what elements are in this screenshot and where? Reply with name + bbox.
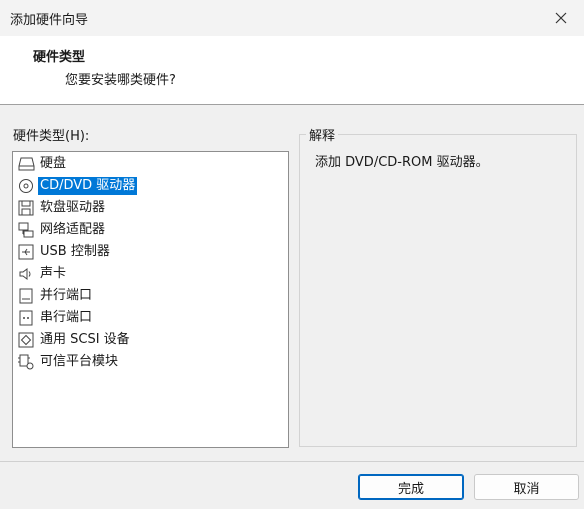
list-item-label: 软盘驱动器 [40,200,106,215]
scsi-icon [17,331,35,349]
list-item-usb[interactable]: USB 控制器 [17,242,112,262]
cancel-button[interactable]: 取消 [474,474,579,500]
finish-button[interactable]: 完成 [358,474,464,500]
hard-disk-icon [17,155,35,173]
list-item-serial-port[interactable]: 串行端口 [17,308,94,328]
list-item-label: 硬盘 [40,156,67,171]
page-subtitle: 您要安装哪类硬件? [65,73,176,88]
list-item-parallel-port[interactable]: 并行端口 [17,286,94,306]
list-item-label: 网络适配器 [40,222,106,237]
list-item-label: 串行端口 [40,310,93,325]
parallel-port-icon [17,287,35,305]
hardware-type-list[interactable]: 硬盘 CD/DVD 驱动器 软盘驱动器 网络适配器 USB 控制器 声卡 并行端… [12,151,289,448]
explanation-legend: 解释 [306,125,339,144]
footer-divider [0,461,584,462]
list-item-sound-card[interactable]: 声卡 [17,264,68,284]
list-item-network-adapter[interactable]: 网络适配器 [17,220,107,240]
list-item-cd-dvd[interactable]: CD/DVD 驱动器 [17,176,138,196]
list-item-tpm[interactable]: 可信平台模块 [17,352,120,372]
close-icon [555,12,567,24]
list-item-label: 可信平台模块 [40,354,119,369]
list-item-label: CD/DVD 驱动器 [38,177,138,195]
title-bar: 添加硬件向导 [0,0,584,36]
serial-port-icon [17,309,35,327]
wizard-header: 硬件类型 您要安装哪类硬件? [0,36,584,105]
list-item-hard-disk[interactable]: 硬盘 [17,154,68,174]
list-item-label: USB 控制器 [40,244,110,259]
explanation-group: 解释 添加 DVD/CD-ROM 驱动器。 [299,125,577,447]
speaker-icon [17,265,35,283]
close-button[interactable] [538,0,584,36]
tpm-chip-icon [17,353,35,371]
explanation-text: 添加 DVD/CD-ROM 驱动器。 [315,155,489,170]
page-title: 硬件类型 [33,50,86,65]
usb-icon [17,243,35,261]
hardware-type-label: 硬件类型(H): [13,129,90,144]
floppy-icon [17,199,35,217]
network-adapter-icon [17,221,35,239]
list-item-label: 并行端口 [40,288,93,303]
list-item-label: 声卡 [40,266,67,281]
list-item-floppy[interactable]: 软盘驱动器 [17,198,107,218]
list-item-scsi[interactable]: 通用 SCSI 设备 [17,330,132,350]
cd-dvd-icon [17,177,35,195]
window-title: 添加硬件向导 [10,13,89,28]
list-item-label: 通用 SCSI 设备 [40,332,130,347]
